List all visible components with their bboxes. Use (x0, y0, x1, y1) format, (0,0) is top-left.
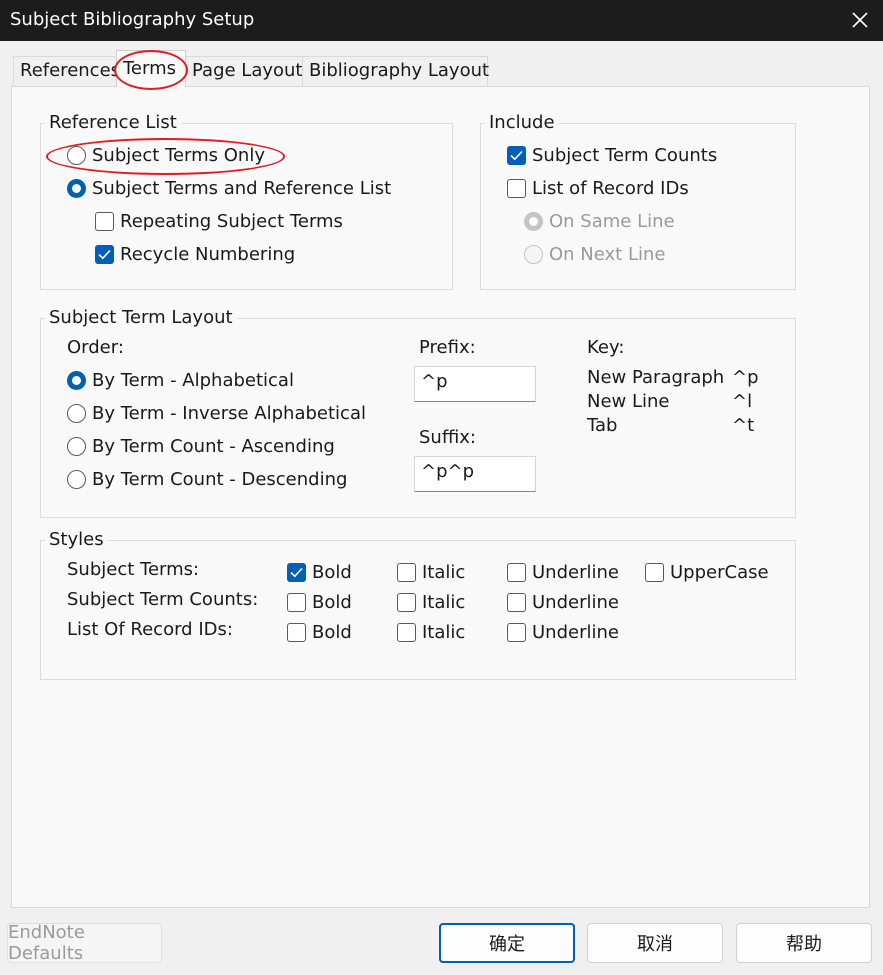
checkmark-icon (287, 563, 306, 582)
checkmark-icon (507, 146, 526, 165)
order-inverse-alphabetical-radio[interactable]: By Term - Inverse Alphabetical (67, 403, 366, 424)
checkbox-unchecked (397, 563, 416, 582)
radio-off (67, 146, 86, 165)
suffix-label: Suffix: (419, 427, 476, 448)
order-label: Order: (67, 337, 124, 358)
subject-terms-uppercase-checkbox[interactable]: UpperCase (645, 562, 769, 583)
subject-term-layout-label: Subject Term Layout (45, 307, 237, 328)
tab-references[interactable]: References (13, 56, 120, 86)
order-count-ascending-radio[interactable]: By Term Count - Ascending (67, 436, 335, 457)
title-bar: Subject Bibliography Setup (0, 0, 883, 41)
checkbox-unchecked (507, 179, 526, 198)
radio-off (67, 404, 86, 423)
order-alphabetical-radio[interactable]: By Term - Alphabetical (67, 370, 294, 391)
subject-terms-bold-checkbox[interactable]: Bold (287, 562, 352, 583)
recycle-numbering-checkbox[interactable]: Recycle Numbering (95, 244, 295, 265)
tab-page-layout[interactable]: Page Layout (185, 56, 303, 86)
checkbox-unchecked (507, 593, 526, 612)
prefix-input[interactable]: ^p (414, 366, 536, 402)
style-row-label: List Of Record IDs: (67, 619, 233, 640)
subject-terms-only-radio[interactable]: Subject Terms Only (67, 145, 265, 166)
checkbox-unchecked (507, 563, 526, 582)
checkmark-icon (95, 245, 114, 264)
on-same-line-radio[interactable]: On Same Line (524, 211, 675, 232)
list-of-record-ids-checkbox[interactable]: List of Record IDs (507, 178, 689, 199)
checkbox-unchecked (645, 563, 664, 582)
checkbox-unchecked (95, 212, 114, 231)
subject-term-counts-checkbox[interactable]: Subject Term Counts (507, 145, 717, 166)
tab-terms[interactable]: Terms (116, 50, 186, 87)
radio-disabled-off (524, 245, 543, 264)
key-code: ^t (732, 415, 755, 436)
style-row-label: Subject Terms: (67, 559, 200, 580)
checkbox-unchecked (507, 623, 526, 642)
radio-on (67, 371, 86, 390)
styles-label: Styles (45, 529, 108, 550)
record-ids-italic-checkbox[interactable]: Italic (397, 622, 465, 643)
key-code: ^p (732, 367, 759, 388)
key-name: Tab (587, 415, 618, 436)
on-next-line-radio[interactable]: On Next Line (524, 244, 665, 265)
key-label: Key: (587, 337, 625, 358)
record-ids-bold-checkbox[interactable]: Bold (287, 622, 352, 643)
repeating-subject-terms-checkbox[interactable]: Repeating Subject Terms (95, 211, 343, 232)
radio-off (67, 470, 86, 489)
close-icon (852, 12, 868, 28)
prefix-label: Prefix: (419, 337, 476, 358)
include-label: Include (485, 112, 559, 133)
record-ids-underline-checkbox[interactable]: Underline (507, 622, 619, 643)
style-row-label: Subject Term Counts: (67, 589, 259, 610)
term-counts-underline-checkbox[interactable]: Underline (507, 592, 619, 613)
suffix-input[interactable]: ^p^p (414, 456, 536, 492)
checkbox-unchecked (287, 623, 306, 642)
tab-bibliography-layout[interactable]: Bibliography Layout (302, 56, 489, 86)
key-code: ^l (732, 391, 753, 412)
checkbox-unchecked (287, 593, 306, 612)
term-counts-bold-checkbox[interactable]: Bold (287, 592, 352, 613)
reference-list-label: Reference List (45, 112, 181, 133)
window-title: Subject Bibliography Setup (10, 9, 255, 30)
ok-button[interactable]: 确定 (439, 923, 575, 963)
order-count-descending-radio[interactable]: By Term Count - Descending (67, 469, 347, 490)
key-name: New Line (587, 391, 670, 412)
close-button[interactable] (835, 0, 883, 41)
subject-terms-italic-checkbox[interactable]: Italic (397, 562, 465, 583)
radio-on (67, 179, 86, 198)
cancel-button[interactable]: 取消 (587, 923, 723, 963)
endnote-defaults-button[interactable]: EndNote Defaults (7, 922, 162, 964)
help-button[interactable]: 帮助 (736, 923, 872, 963)
checkbox-unchecked (397, 593, 416, 612)
radio-disabled-on (524, 212, 543, 231)
subject-terms-underline-checkbox[interactable]: Underline (507, 562, 619, 583)
term-counts-italic-checkbox[interactable]: Italic (397, 592, 465, 613)
checkbox-unchecked (397, 623, 416, 642)
subject-terms-and-reference-list-radio[interactable]: Subject Terms and Reference List (67, 178, 391, 199)
key-name: New Paragraph (587, 367, 725, 388)
radio-off (67, 437, 86, 456)
